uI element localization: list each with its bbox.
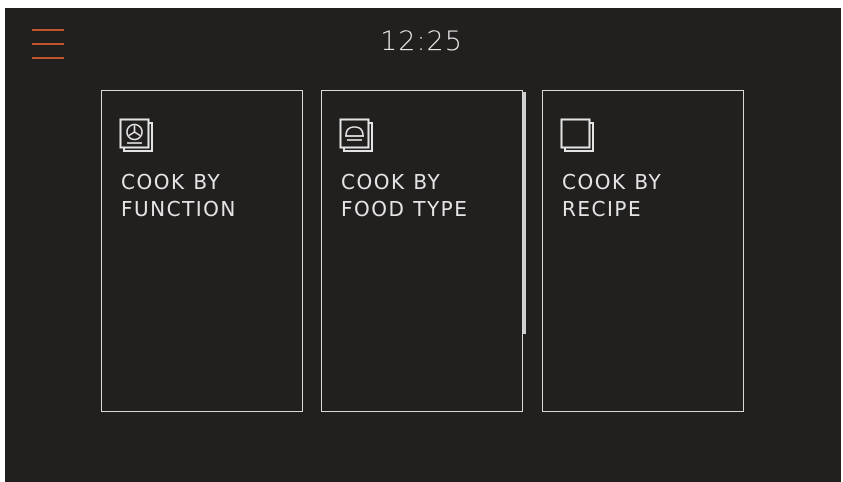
clock-display: 12:25 xyxy=(380,26,463,57)
cook-by-function-card[interactable]: COOK BY FUNCTION xyxy=(101,90,303,412)
food-dish-icon xyxy=(339,118,373,152)
cook-by-food-type-card[interactable]: COOK BY FOOD TYPE xyxy=(321,90,523,412)
cook-by-recipe-card[interactable]: COOK BY RECIPE xyxy=(542,90,744,412)
cook-by-food-type-label: COOK BY FOOD TYPE xyxy=(341,170,469,221)
scroll-indicator xyxy=(523,92,526,334)
recipe-book-icon xyxy=(560,118,594,152)
cook-by-recipe-label: COOK BY RECIPE xyxy=(562,170,663,221)
cook-by-function-label: COOK BY FUNCTION xyxy=(121,170,237,221)
fan-oven-icon xyxy=(119,118,153,152)
